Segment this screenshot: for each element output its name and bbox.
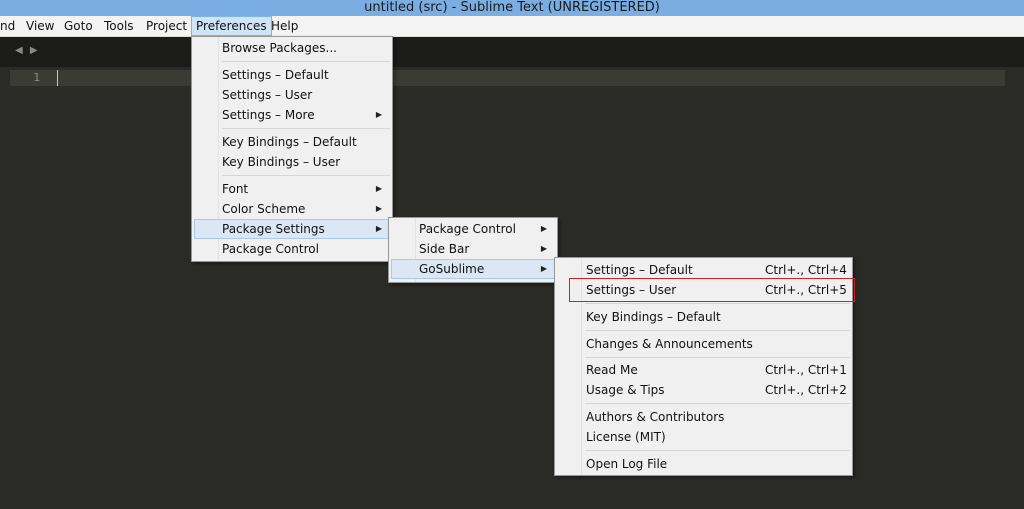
- menu-item-font[interactable]: Font ▶: [194, 179, 390, 199]
- menu-item-label: Settings – Default: [586, 263, 693, 277]
- menu-separator: [585, 450, 850, 451]
- menu-separator: [585, 330, 850, 331]
- menu-item-label: GoSublime: [419, 262, 485, 276]
- menu-item-label: Usage & Tips: [586, 383, 665, 397]
- preferences-menu: Browse Packages... Settings – Default Se…: [191, 36, 393, 262]
- submenu-arrow-icon: ▶: [375, 224, 382, 233]
- menu-item-package-control[interactable]: Package Control: [194, 239, 390, 259]
- menu-item-label: Settings – Default: [222, 68, 329, 82]
- text-caret: [57, 70, 58, 86]
- menu-item-shortcut: Ctrl+., Ctrl+2: [765, 383, 847, 397]
- menu-item-gs-authors[interactable]: Authors & Contributors: [557, 407, 850, 427]
- submenu-arrow-icon: ▶: [375, 184, 382, 193]
- menu-tools[interactable]: Tools: [100, 16, 138, 36]
- menu-item-settings-default[interactable]: Settings – Default: [194, 65, 390, 85]
- current-line-highlight: [10, 70, 1005, 86]
- menu-item-gs-license[interactable]: License (MIT): [557, 427, 850, 447]
- menu-separator: [222, 61, 390, 62]
- menu-item-label: Settings – More: [222, 108, 315, 122]
- menu-item-side-bar[interactable]: Side Bar ▶: [391, 239, 555, 259]
- menu-item-color-scheme[interactable]: Color Scheme ▶: [194, 199, 390, 219]
- editor-area[interactable]: [0, 67, 1024, 509]
- menu-item-label: License (MIT): [586, 430, 666, 444]
- menu-item-label: Browse Packages...: [222, 41, 337, 55]
- menu-separator: [585, 303, 850, 304]
- submenu-arrow-icon: ▶: [540, 224, 547, 233]
- menu-item-label: Changes & Announcements: [586, 337, 753, 351]
- menu-separator: [585, 357, 850, 358]
- menu-item-package-control[interactable]: Package Control ▶: [391, 219, 555, 239]
- menu-item-label: Authors & Contributors: [586, 410, 725, 424]
- menu-item-gs-settings-default[interactable]: Settings – Default Ctrl+., Ctrl+4: [557, 260, 850, 280]
- menu-item-gosublime[interactable]: GoSublime ▶: [391, 259, 555, 279]
- menu-view[interactable]: View: [22, 16, 58, 36]
- line-number: 1: [33, 71, 40, 84]
- menu-item-package-settings[interactable]: Package Settings ▶: [194, 219, 390, 239]
- menu-item-label: Package Settings: [222, 222, 325, 236]
- menu-item-gs-changes[interactable]: Changes & Announcements: [557, 334, 850, 354]
- menu-find[interactable]: nd: [0, 16, 19, 36]
- menu-item-key-bindings-user[interactable]: Key Bindings – User: [194, 152, 390, 172]
- menu-separator: [222, 128, 390, 129]
- menu-item-browse-packages[interactable]: Browse Packages...: [194, 38, 390, 58]
- menu-item-label: Open Log File: [586, 457, 668, 471]
- menu-item-label: Font: [222, 182, 249, 196]
- menu-item-shortcut: Ctrl+., Ctrl+1: [765, 363, 847, 377]
- menu-item-label: Side Bar: [419, 242, 470, 256]
- menu-item-label: Package Control: [419, 222, 516, 236]
- menu-item-gs-key-bindings-default[interactable]: Key Bindings – Default: [557, 307, 850, 327]
- menu-separator: [222, 175, 390, 176]
- window-title: untitled (src) - Sublime Text (UNREGISTE…: [0, 0, 1024, 16]
- menu-item-label: Settings – User: [222, 88, 313, 102]
- menu-bar: nd View Goto Tools Project Preferences H…: [0, 16, 1024, 37]
- menu-item-gs-read-me[interactable]: Read Me Ctrl+., Ctrl+1: [557, 360, 850, 380]
- submenu-arrow-icon: ▶: [375, 110, 382, 119]
- menu-item-label: Color Scheme: [222, 202, 306, 216]
- menu-item-gs-open-log[interactable]: Open Log File: [557, 454, 850, 474]
- menu-item-settings-more[interactable]: Settings – More ▶: [194, 105, 390, 125]
- menu-separator: [585, 403, 850, 404]
- menu-item-label: Key Bindings – User: [222, 155, 341, 169]
- menu-item-settings-user[interactable]: Settings – User: [194, 85, 390, 105]
- tab-strip: ◀ ▶: [0, 37, 1024, 67]
- package-settings-menu: Package Control ▶ Side Bar ▶ GoSublime ▶: [388, 217, 558, 283]
- menu-item-gs-usage-tips[interactable]: Usage & Tips Ctrl+., Ctrl+2: [557, 380, 850, 400]
- menu-help[interactable]: Help: [267, 16, 302, 36]
- submenu-arrow-icon: ▶: [375, 204, 382, 213]
- menu-item-label: Package Control: [222, 242, 319, 256]
- tab-nav-arrows-icon[interactable]: ◀ ▶: [15, 45, 40, 56]
- menu-goto[interactable]: Goto: [60, 16, 97, 36]
- submenu-arrow-icon: ▶: [540, 264, 547, 273]
- submenu-arrow-icon: ▶: [540, 244, 547, 253]
- menu-item-shortcut: Ctrl+., Ctrl+4: [765, 263, 847, 277]
- menu-item-label: Key Bindings – Default: [586, 310, 721, 324]
- menu-preferences[interactable]: Preferences: [191, 16, 272, 36]
- menu-item-label: Read Me: [586, 363, 638, 377]
- annotation-highlight-box: [569, 278, 855, 302]
- menu-item-label: Key Bindings – Default: [222, 135, 357, 149]
- menu-item-key-bindings-default[interactable]: Key Bindings – Default: [194, 132, 390, 152]
- menu-project[interactable]: Project: [142, 16, 191, 36]
